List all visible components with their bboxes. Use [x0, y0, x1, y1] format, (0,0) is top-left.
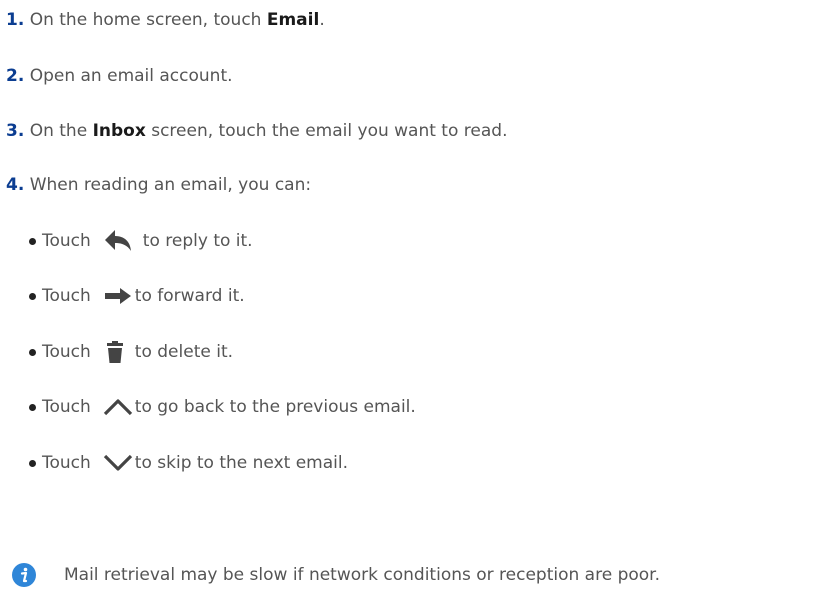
reply-icon	[104, 230, 131, 252]
step-text: On the	[29, 121, 93, 141]
step-1: 1. On the home screen, touch Email.	[6, 8, 325, 32]
bullet-dot	[29, 403, 36, 411]
step-bold-term: Email	[266, 10, 320, 30]
note-text: Mail retrieval may be slow if network co…	[64, 565, 661, 585]
forward-icon	[104, 288, 131, 304]
bullet-previous: Touch to go back to the previous email.	[29, 395, 416, 419]
bullet-text: to delete it.	[134, 342, 234, 362]
chevron-up-icon	[103, 398, 133, 416]
bullet-delete: Touch to delete it.	[29, 340, 233, 364]
trash-icon	[106, 341, 123, 363]
bullet-text: Touch	[42, 453, 91, 473]
bullet-text: Touch	[42, 231, 91, 251]
step-text-end: screen, touch the email you want to read…	[145, 121, 508, 141]
bullet-text: to go back to the previous email.	[134, 397, 416, 417]
step-text-end: .	[319, 10, 325, 30]
step-text: On the home screen, touch	[29, 10, 267, 30]
step-4: 4. When reading an email, you can:	[6, 173, 311, 197]
step-number: 2.	[6, 66, 25, 86]
bullet-dot	[29, 237, 36, 245]
bullet-text: Touch	[42, 342, 91, 362]
bullet-forward: Touch to forward it.	[29, 284, 245, 308]
step-2: 2. Open an email account.	[6, 64, 233, 88]
step-bold-term: Inbox	[92, 121, 146, 141]
bullet-next: Touch to skip to the next email.	[29, 451, 348, 475]
step-text: When reading an email, you can:	[29, 175, 312, 195]
bullet-dot	[29, 459, 36, 467]
bullet-dot	[29, 348, 36, 356]
chevron-down-icon	[103, 454, 133, 472]
bullet-text: Touch	[42, 286, 91, 306]
step-number: 3.	[6, 121, 25, 141]
step-number: 1.	[6, 10, 25, 30]
info-icon	[12, 563, 36, 592]
step-number: 4.	[6, 175, 25, 195]
bullet-text: to skip to the next email.	[134, 453, 349, 473]
step-text: Open an email account.	[29, 66, 233, 86]
bullet-reply: Touch to reply to it.	[29, 229, 253, 253]
bullet-dot	[29, 292, 36, 300]
step-3: 3. On the Inbox screen, touch the email …	[6, 119, 507, 143]
bullet-text: Touch	[42, 397, 91, 417]
bullet-text: to reply to it.	[142, 231, 253, 251]
note-line-1: Mail retrieval may be slow if network co…	[64, 563, 660, 587]
bullet-text: to forward it.	[134, 286, 245, 306]
